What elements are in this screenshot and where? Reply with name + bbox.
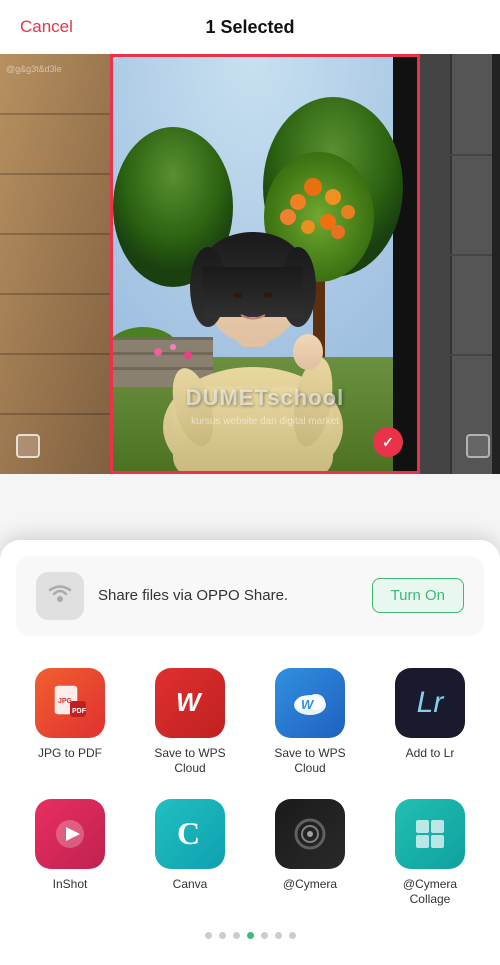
photo-right-checkbox[interactable] — [466, 434, 490, 458]
app-label-cymera: @Cymera — [283, 877, 337, 893]
pagination-dot-2[interactable] — [233, 932, 240, 939]
svg-text:@g&g3t&d3le: @g&g3t&d3le — [6, 64, 62, 74]
svg-text:W: W — [301, 697, 315, 712]
turn-on-button[interactable]: Turn On — [372, 578, 464, 613]
photo-watermark-sub: kursus website dan digital market — [191, 416, 339, 427]
app-label-inshot: InShot — [53, 877, 88, 893]
app-item-wps-cloud-2[interactable]: W Save to WPS Cloud — [250, 656, 370, 787]
app-item-cymera-collage[interactable]: @Cymera Collage — [370, 787, 490, 918]
header: Cancel 1 Selected — [0, 0, 500, 54]
pagination-dot-4[interactable] — [261, 932, 268, 939]
pagination-dot-5[interactable] — [275, 932, 282, 939]
app-grid: JPG PDF JPG to PDF W Save to WPS Cloud — [0, 646, 500, 918]
app-icon-wps-cloud-1: W — [155, 668, 225, 738]
photo-left-checkbox[interactable] — [16, 434, 40, 458]
app-label-lr: Add to Lr — [406, 746, 455, 762]
app-icon-jpg-pdf: JPG PDF — [35, 668, 105, 738]
app-icon-canva: C — [155, 799, 225, 869]
pagination-dot-6[interactable] — [289, 932, 296, 939]
app-icon-wps-cloud-2: W — [275, 668, 345, 738]
app-icon-cymera-collage — [395, 799, 465, 869]
cancel-button[interactable]: Cancel — [20, 17, 73, 37]
pagination — [0, 918, 500, 945]
app-item-jpg-pdf[interactable]: JPG PDF JPG to PDF — [10, 656, 130, 787]
app-item-inshot[interactable]: InShot — [10, 787, 130, 918]
oppo-share-icon-wrap — [36, 572, 84, 620]
pagination-dot-0[interactable] — [205, 932, 212, 939]
pagination-dot-3[interactable] — [247, 932, 254, 939]
door-svg — [420, 54, 500, 474]
photo-strip: @g&g3t&d3le — [0, 54, 500, 474]
photo-center[interactable]: DUMETschool kursus website dan digital m… — [110, 54, 420, 474]
oppo-share-row: Share files via OPPO Share. Turn On — [16, 556, 484, 636]
bottom-sheet: Share files via OPPO Share. Turn On JPG … — [0, 540, 500, 965]
header-title: 1 Selected — [205, 17, 294, 38]
photo-left[interactable]: @g&g3t&d3le — [0, 54, 110, 474]
app-item-cymera[interactable]: @Cymera — [250, 787, 370, 918]
app-label-canva: Canva — [173, 877, 208, 893]
app-label-wps-cloud-1: Save to WPS Cloud — [150, 746, 230, 777]
svg-text:W: W — [176, 687, 203, 717]
app-item-lr[interactable]: Lr Add to Lr — [370, 656, 490, 787]
svg-text:PDF: PDF — [72, 708, 87, 715]
photo-watermark: DUMETschool — [186, 385, 344, 411]
app-icon-lr: Lr — [395, 668, 465, 738]
selected-badge — [373, 427, 403, 457]
app-label-wps-cloud-2: Save to WPS Cloud — [270, 746, 350, 777]
app-item-wps-cloud-1[interactable]: W Save to WPS Cloud — [130, 656, 250, 787]
wifi-share-icon — [46, 579, 74, 613]
app-label-cymera-collage: @Cymera Collage — [390, 877, 470, 908]
photo-right[interactable] — [420, 54, 500, 474]
app-icon-inshot — [35, 799, 105, 869]
stairs-svg: @g&g3t&d3le — [0, 54, 110, 474]
app-label-jpg-pdf: JPG to PDF — [38, 746, 102, 762]
app-item-canva[interactable]: C Canva — [130, 787, 250, 918]
lr-text: Lr — [417, 686, 444, 720]
oppo-share-text: Share files via OPPO Share. — [98, 587, 358, 604]
app-icon-cymera — [275, 799, 345, 869]
svg-text:C: C — [177, 815, 200, 851]
pagination-dot-1[interactable] — [219, 932, 226, 939]
